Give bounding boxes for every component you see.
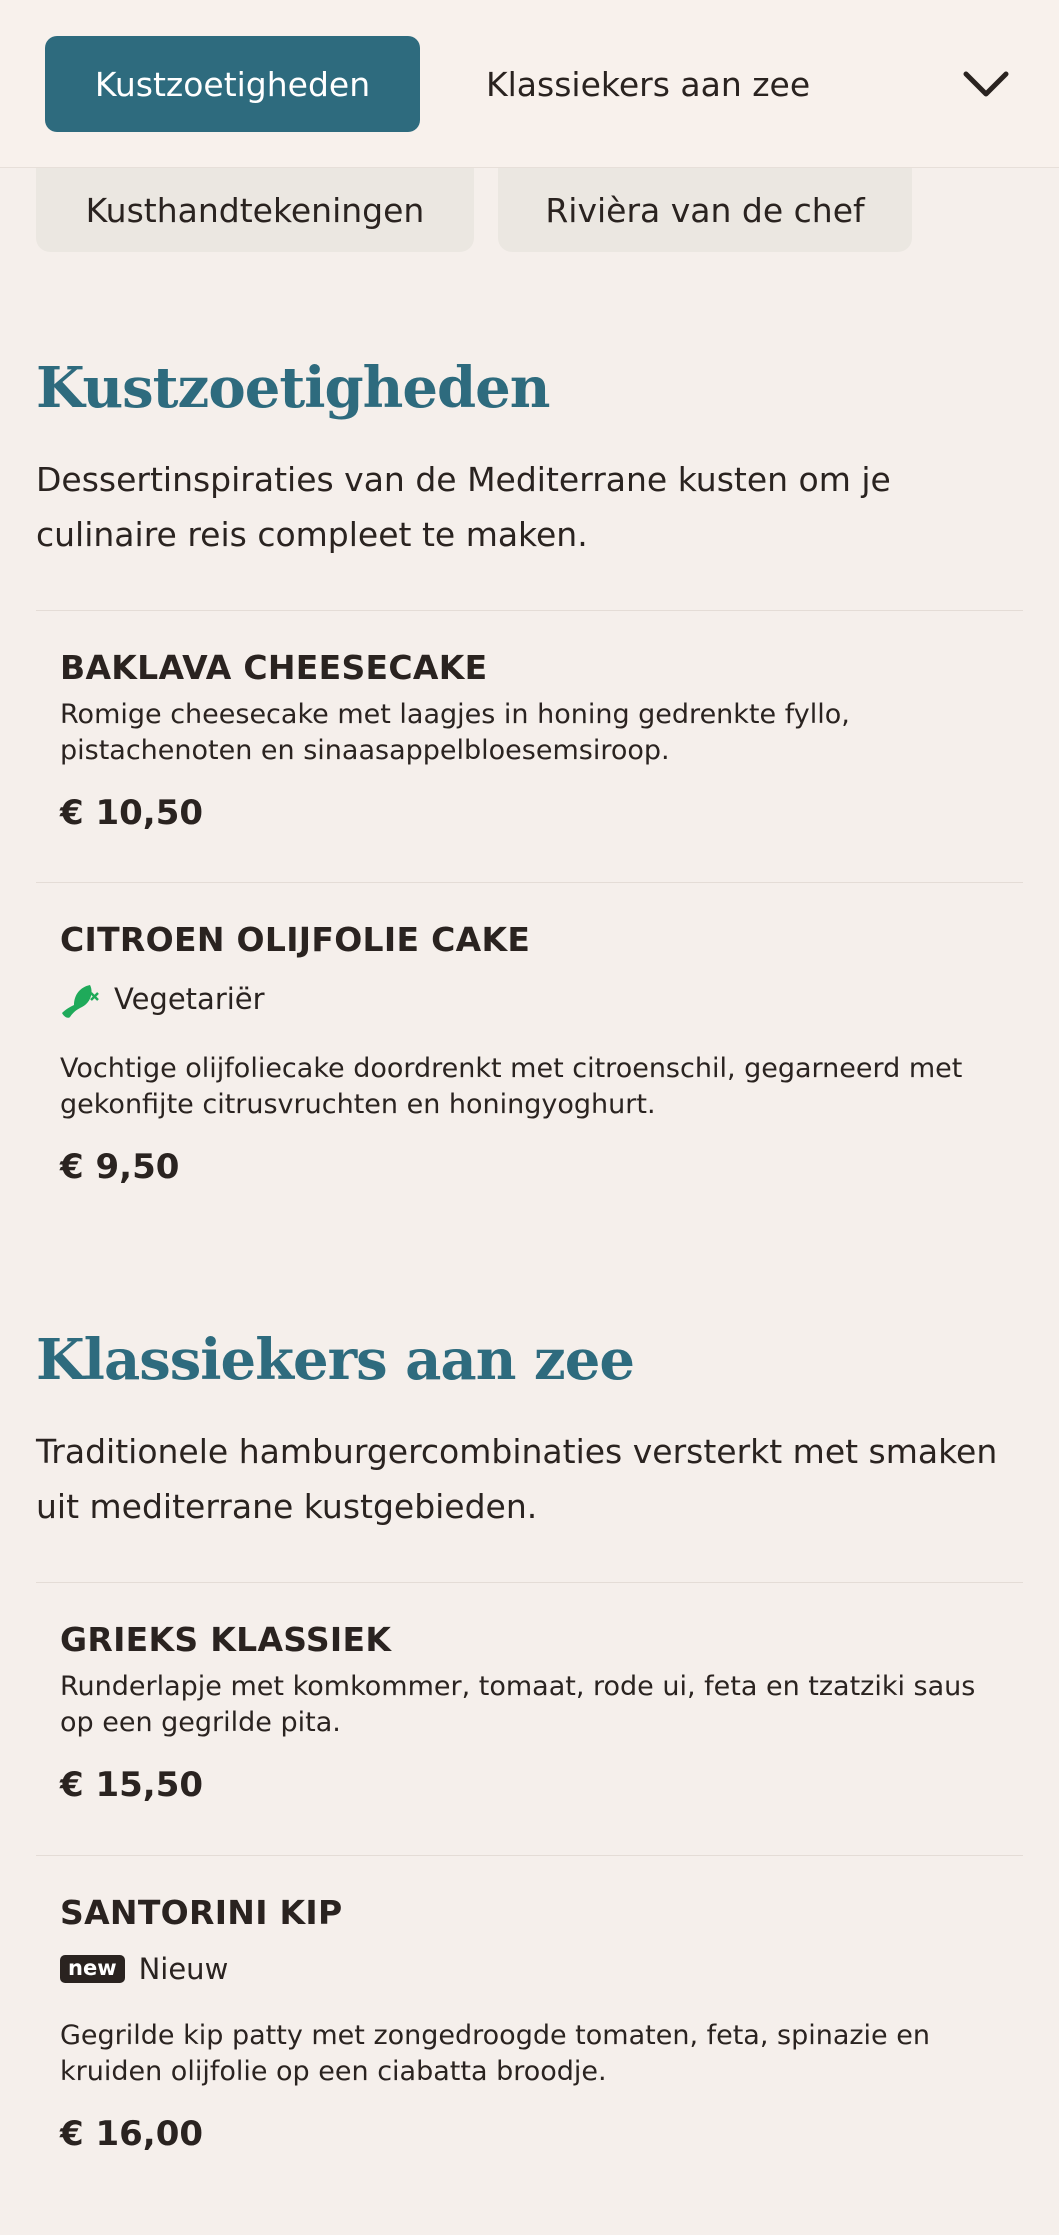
divider [36, 610, 1023, 611]
tab-riviera-van-de-chef[interactable]: Rivièra van de chef [498, 168, 912, 252]
item-description: Vochtige olijfoliecake doordrenkt met ci… [60, 1053, 963, 1120]
section-description: Traditionele hamburgercombinaties verste… [36, 1432, 998, 1526]
chevron-down-icon[interactable] [958, 56, 1014, 112]
new-tag: new [60, 1955, 125, 1983]
item-price: € 16,00 [60, 2114, 204, 2154]
item-name: BAKLAVA CHEESECAKE [60, 648, 488, 687]
section-title: Klassiekers aan zee [36, 1327, 635, 1393]
divider [36, 1582, 1023, 1583]
menu-item[interactable]: CITROEN OLIJFOLIE CAKE Vegetariër Vochti… [60, 920, 990, 1187]
category-nav: Kustzoetigheden Klassiekers aan zee [0, 0, 1059, 168]
item-price: € 9,50 [60, 1147, 180, 1187]
menu-item[interactable]: BAKLAVA CHEESECAKE Romige cheesecake met… [60, 648, 990, 833]
tab-kusthandtekeningen[interactable]: Kusthandtekeningen [36, 168, 474, 252]
dietary-badge: Vegetariër [60, 979, 990, 1019]
vegetarian-icon [60, 979, 102, 1019]
menu-item[interactable]: GRIEKS KLASSIEK Runderlapje met komkomme… [60, 1620, 990, 1805]
divider [36, 882, 1023, 883]
divider [36, 1855, 1023, 1856]
tab-klassiekers-aan-zee[interactable]: Klassiekers aan zee [486, 36, 810, 132]
item-description: Runderlapje met komkommer, tomaat, rode … [60, 1671, 976, 1738]
item-description: Romige cheesecake met laagjes in honing … [60, 699, 850, 766]
section-description: Dessertinspiraties van de Mediterrane ku… [36, 460, 891, 554]
menu-item[interactable]: SANTORINI KIP new Nieuw Gegrilde kip pat… [60, 1893, 990, 2154]
item-name: GRIEKS KLASSIEK [60, 1620, 392, 1659]
tab-kustzoetigheden[interactable]: Kustzoetigheden [45, 36, 420, 132]
item-price: € 15,50 [60, 1765, 204, 1805]
item-description: Gegrilde kip patty met zongedroogde toma… [60, 2020, 930, 2087]
item-name: SANTORINI KIP [60, 1893, 343, 1932]
badge-label: Vegetariër [114, 982, 265, 1016]
item-price: € 10,50 [60, 793, 204, 833]
item-name: CITROEN OLIJFOLIE CAKE [60, 920, 531, 959]
badge-label: Nieuw [138, 1952, 229, 1986]
section-title: Kustzoetigheden [36, 355, 550, 421]
new-badge: new Nieuw [60, 1952, 990, 1986]
